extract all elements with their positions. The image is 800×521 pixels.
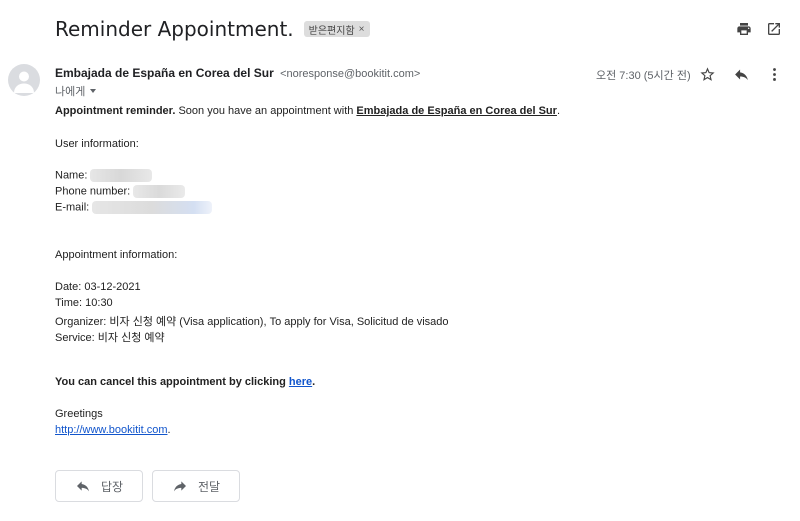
reply-button-label: 답장 bbox=[100, 479, 124, 494]
subject-row: Reminder Appointment. 받은편지함 × bbox=[55, 14, 370, 44]
recipient-label: 나에게 bbox=[55, 86, 86, 98]
reminder-end: . bbox=[556, 105, 560, 117]
reminder-bold: Appointment reminder. bbox=[55, 105, 176, 117]
redacted-phone bbox=[133, 185, 186, 198]
redacted-name bbox=[90, 169, 153, 182]
sender-avatar bbox=[8, 64, 40, 96]
redacted-email bbox=[92, 201, 213, 214]
more-vertical-icon[interactable] bbox=[764, 64, 784, 84]
time-line: Time: 10:30 bbox=[55, 297, 113, 309]
forward-button-label: 전달 bbox=[197, 479, 221, 494]
reply-button[interactable]: 답장 bbox=[55, 470, 143, 502]
website-link[interactable]: http://www.bookitit.com bbox=[55, 424, 168, 436]
printer-icon[interactable] bbox=[734, 19, 754, 39]
inbox-label-text: 받은편지함 bbox=[308, 25, 355, 37]
reminder-text: Soon you have an appointment with bbox=[175, 105, 357, 117]
reminder-paragraph: Appointment reminder. Soon you have an a… bbox=[55, 105, 560, 117]
reply-icon bbox=[76, 481, 89, 492]
star-icon[interactable] bbox=[697, 64, 717, 84]
remove-label-icon[interactable]: × bbox=[359, 24, 365, 35]
date-line: Date: 03-12-2021 bbox=[55, 281, 141, 293]
greetings-text: Greetings bbox=[55, 408, 103, 420]
service-line: Service: 비자 신청 예약 bbox=[55, 332, 165, 344]
website-row: http://www.bookitit.com. bbox=[55, 424, 171, 436]
organizer-line: Organizer: 비자 신청 예약 (Visa application), … bbox=[55, 316, 449, 328]
user-info-heading: User information: bbox=[55, 138, 139, 150]
appointment-info-heading: Appointment information: bbox=[55, 249, 178, 261]
open-in-new-icon[interactable] bbox=[764, 19, 784, 39]
reply-icon[interactable] bbox=[731, 64, 751, 84]
sender-line: Embajada de España en Corea del Sur <nor… bbox=[55, 66, 420, 80]
chevron-down-icon bbox=[90, 89, 97, 93]
forward-icon bbox=[173, 481, 186, 492]
sender-name[interactable]: Embajada de España en Corea del Sur bbox=[55, 66, 274, 80]
person-icon bbox=[14, 71, 34, 93]
name-row: Name: bbox=[55, 169, 153, 182]
email-row: E-mail: bbox=[55, 201, 213, 214]
phone-row: Phone number: bbox=[55, 185, 186, 198]
forward-button[interactable]: 전달 bbox=[152, 470, 240, 502]
cancel-end: . bbox=[312, 376, 316, 388]
email-timestamp: 오전 7:30 (5시간 전) bbox=[596, 70, 691, 82]
email-label: E-mail: bbox=[55, 201, 90, 214]
website-end: . bbox=[167, 424, 171, 436]
cancel-here-link[interactable]: here bbox=[289, 376, 312, 388]
recipient-details-toggle[interactable]: 나에게 bbox=[55, 83, 97, 99]
phone-label: Phone number: bbox=[55, 185, 131, 198]
name-label: Name: bbox=[55, 169, 88, 182]
embassy-link[interactable]: Embajada de España en Corea del Sur bbox=[356, 105, 557, 117]
sender-email: <noresponse@bookitit.com> bbox=[280, 68, 421, 80]
inbox-label-chip[interactable]: 받은편지함 × bbox=[303, 21, 370, 37]
cancel-paragraph: You can cancel this appointment by click… bbox=[55, 376, 315, 388]
email-subject: Reminder Appointment. bbox=[55, 17, 294, 41]
cancel-text: You can cancel this appointment by click… bbox=[55, 376, 289, 388]
